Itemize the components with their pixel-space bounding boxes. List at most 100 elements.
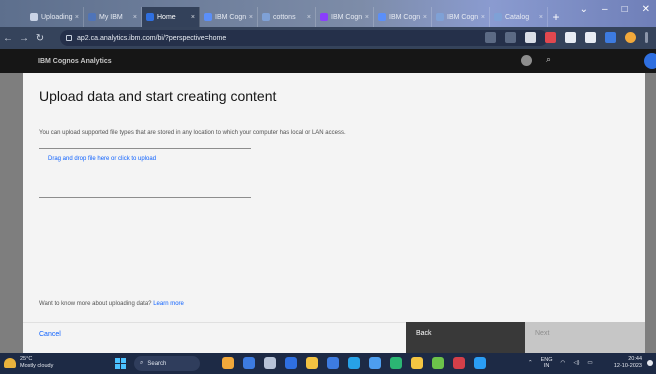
tab-close-icon[interactable]: × <box>481 14 485 21</box>
tray-chevron-icon[interactable]: ⌃ <box>528 360 533 366</box>
taskbar-search[interactable]: ⌕ Search <box>134 356 200 371</box>
tab-label: IBM Cogn <box>215 13 247 21</box>
bookmark-star-icon[interactable] <box>505 32 516 43</box>
tab-label: Home <box>157 13 176 21</box>
maximize-button[interactable]: □ <box>622 4 628 15</box>
taskbar-app-icon[interactable] <box>285 357 297 369</box>
taskbar-apps <box>222 357 486 369</box>
taskbar-app-icon[interactable] <box>453 357 465 369</box>
tab-favicon-icon <box>30 13 38 21</box>
cancel-button[interactable]: Cancel <box>23 322 406 353</box>
cancel-label: Cancel <box>39 331 61 338</box>
search-icon: ⌕ <box>140 360 144 366</box>
weather-condition: Mostly cloudy <box>20 362 54 369</box>
reload-icon[interactable]: ↻ <box>32 33 48 44</box>
extension-icon[interactable] <box>525 32 536 43</box>
share-icon[interactable] <box>485 32 496 43</box>
new-tab-button[interactable]: + <box>548 7 564 27</box>
system-tray: ⌃ ENG IN ◠ ◁) ▭ <box>528 357 593 369</box>
tab-label: IBM Cogn <box>331 13 363 21</box>
tab-favicon-icon <box>146 13 154 21</box>
back-arrow-icon[interactable]: ← <box>0 33 16 44</box>
taskbar-app-icon[interactable] <box>390 357 402 369</box>
browser-tab[interactable]: IBM Cogn × <box>316 7 374 27</box>
puzzle-icon[interactable] <box>585 32 596 43</box>
dropzone-label[interactable]: Drag and drop file here or click to uplo… <box>48 156 156 162</box>
browser-tab[interactable]: Uploading × <box>26 7 84 27</box>
clock[interactable]: 20:44 12-10-2023 <box>614 356 642 370</box>
extension-icon[interactable] <box>545 32 556 43</box>
tab-close-icon[interactable]: × <box>423 14 427 21</box>
tab-label: IBM Cogn <box>389 13 421 21</box>
tab-close-icon[interactable]: × <box>133 14 137 21</box>
tab-label: Catalog <box>505 13 530 21</box>
user-avatar[interactable] <box>521 55 532 66</box>
browser-tab[interactable]: Home × <box>142 7 200 27</box>
back-label: Back <box>416 330 432 337</box>
tab-favicon-icon <box>436 13 444 21</box>
tab-close-icon[interactable]: × <box>249 14 253 21</box>
next-button[interactable]: Next <box>525 322 645 353</box>
menu-dots-icon[interactable] <box>645 32 648 43</box>
assistant-icon[interactable] <box>644 53 656 69</box>
region-code: IN <box>543 363 550 369</box>
sidebar-icon[interactable] <box>605 32 616 43</box>
tab-search-icon[interactable]: ⌄ <box>580 4 588 15</box>
lock-icon <box>66 35 72 41</box>
windows-start-icon[interactable] <box>115 358 126 369</box>
browser-tab[interactable]: IBM Cogn × <box>200 7 258 27</box>
back-button[interactable]: Back <box>406 322 525 353</box>
forward-arrow-icon[interactable]: → <box>16 33 32 44</box>
battery-icon[interactable]: ▭ <box>587 360 592 366</box>
taskbar-app-icon[interactable] <box>432 357 444 369</box>
learn-more-prefix: Want to know more about uploading data? <box>39 301 152 307</box>
weather-widget[interactable]: 25°C Mostly cloudy <box>4 356 53 369</box>
shield-icon[interactable] <box>565 32 576 43</box>
browser-tab[interactable]: Catalog × <box>490 7 548 27</box>
search-icon[interactable]: ⌕ <box>546 54 551 65</box>
tab-close-icon[interactable]: × <box>191 14 195 21</box>
minimize-button[interactable]: – <box>602 4 608 15</box>
language-indicator[interactable]: ENG IN <box>541 357 553 369</box>
tab-favicon-icon <box>378 13 386 21</box>
learn-more-link[interactable]: Learn more <box>153 301 184 307</box>
tab-close-icon[interactable]: × <box>75 14 79 21</box>
taskbar-app-icon[interactable] <box>348 357 360 369</box>
tab-favicon-icon <box>320 13 328 21</box>
learn-more-line: Want to know more about uploading data? … <box>39 301 184 307</box>
tab-label: cottons <box>273 13 296 21</box>
taskbar-app-icon[interactable] <box>264 357 276 369</box>
close-window-button[interactable]: ✕ <box>642 4 650 15</box>
tab-close-icon[interactable]: × <box>307 14 311 21</box>
taskbar-app-icon[interactable] <box>411 357 423 369</box>
weather-cloud-icon <box>4 357 16 368</box>
window-controls: ⌄ – □ ✕ <box>580 4 650 15</box>
wifi-icon[interactable]: ◠ <box>561 360 566 366</box>
profile-avatar[interactable] <box>625 32 636 43</box>
volume-icon[interactable]: ◁) <box>573 360 579 366</box>
taskbar-app-icon[interactable] <box>327 357 339 369</box>
url-input[interactable]: ap2.ca.analytics.ibm.com/bi/?perspective… <box>60 30 548 46</box>
taskbar-search-label: Search <box>147 360 167 367</box>
file-dropzone[interactable]: Drag and drop file here or click to uplo… <box>39 148 251 198</box>
app-header: IBM Cognos Analytics ⌕ <box>0 49 656 73</box>
taskbar-app-icon[interactable] <box>222 357 234 369</box>
tab-label: Uploading <box>41 13 73 21</box>
notification-bell-icon[interactable] <box>647 360 653 366</box>
taskbar-app-icon[interactable] <box>306 357 318 369</box>
taskbar-app-icon[interactable] <box>474 357 486 369</box>
tab-close-icon[interactable]: × <box>365 14 369 21</box>
tab-favicon-icon <box>262 13 270 21</box>
taskbar-app-icon[interactable] <box>369 357 381 369</box>
browser-tab[interactable]: My IBM × <box>84 7 142 27</box>
browser-tab[interactable]: IBM Cogn × <box>432 7 490 27</box>
tab-close-icon[interactable]: × <box>539 14 543 21</box>
clock-date: 12-10-2023 <box>613 363 642 369</box>
windows-taskbar: 25°C Mostly cloudy ⌕ Search ⌃ ENG IN ◠ ◁… <box>0 353 656 374</box>
browser-tab[interactable]: cottons × <box>258 7 316 27</box>
browser-tab[interactable]: IBM Cogn × <box>374 7 432 27</box>
taskbar-app-icon[interactable] <box>243 357 255 369</box>
dialog-description: You can upload supported file types that… <box>39 130 346 136</box>
url-text: ap2.ca.analytics.ibm.com/bi/?perspective… <box>77 34 227 42</box>
dialog-title: Upload data and start creating content <box>39 88 277 104</box>
